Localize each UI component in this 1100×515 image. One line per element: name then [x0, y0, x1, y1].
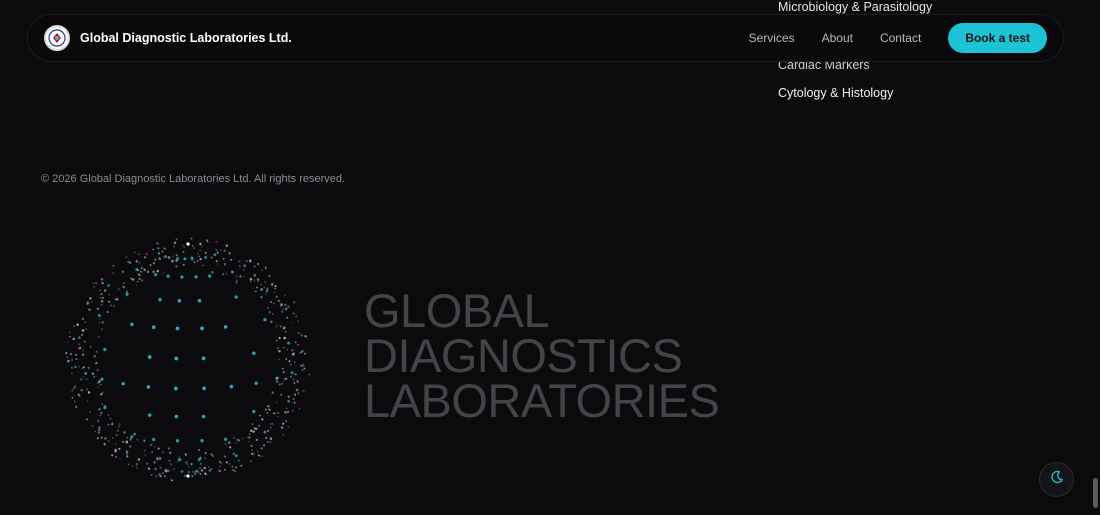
footer-link-cytology[interactable]: Cytology & Histology [778, 86, 893, 100]
copyright-text: © 2026 Global Diagnostic Laboratories Lt… [41, 173, 346, 185]
footer-link-microbiology[interactable]: Microbiology & Parasitology [778, 0, 932, 14]
page-scrollbar[interactable] [1093, 478, 1098, 508]
hero-title-line-3: LABORATORIES [364, 374, 720, 427]
dotted-globe-graphic [65, 237, 310, 482]
hero-title: GLOBAL DIAGNOSTICS LABORATORIES [364, 284, 720, 427]
nav-menu: Services About Contact Book a test [749, 23, 1047, 53]
moon-icon [1050, 470, 1064, 489]
hero-title-line-1: GLOBAL [364, 284, 550, 337]
lab-logo-icon [44, 25, 70, 51]
hero-title-line-2: DIAGNOSTICS [364, 329, 683, 382]
nav-link-contact[interactable]: Contact [880, 31, 921, 45]
nav-link-services[interactable]: Services [749, 31, 795, 45]
top-navbar: Global Diagnostic Laboratories Ltd. Serv… [27, 14, 1064, 62]
brand-name: Global Diagnostic Laboratories Ltd. [80, 31, 292, 45]
nav-link-about[interactable]: About [822, 31, 853, 45]
brand-home-link[interactable]: Global Diagnostic Laboratories Ltd. [44, 25, 292, 51]
book-a-test-button[interactable]: Book a test [948, 23, 1047, 53]
theme-toggle-button[interactable] [1039, 462, 1074, 497]
